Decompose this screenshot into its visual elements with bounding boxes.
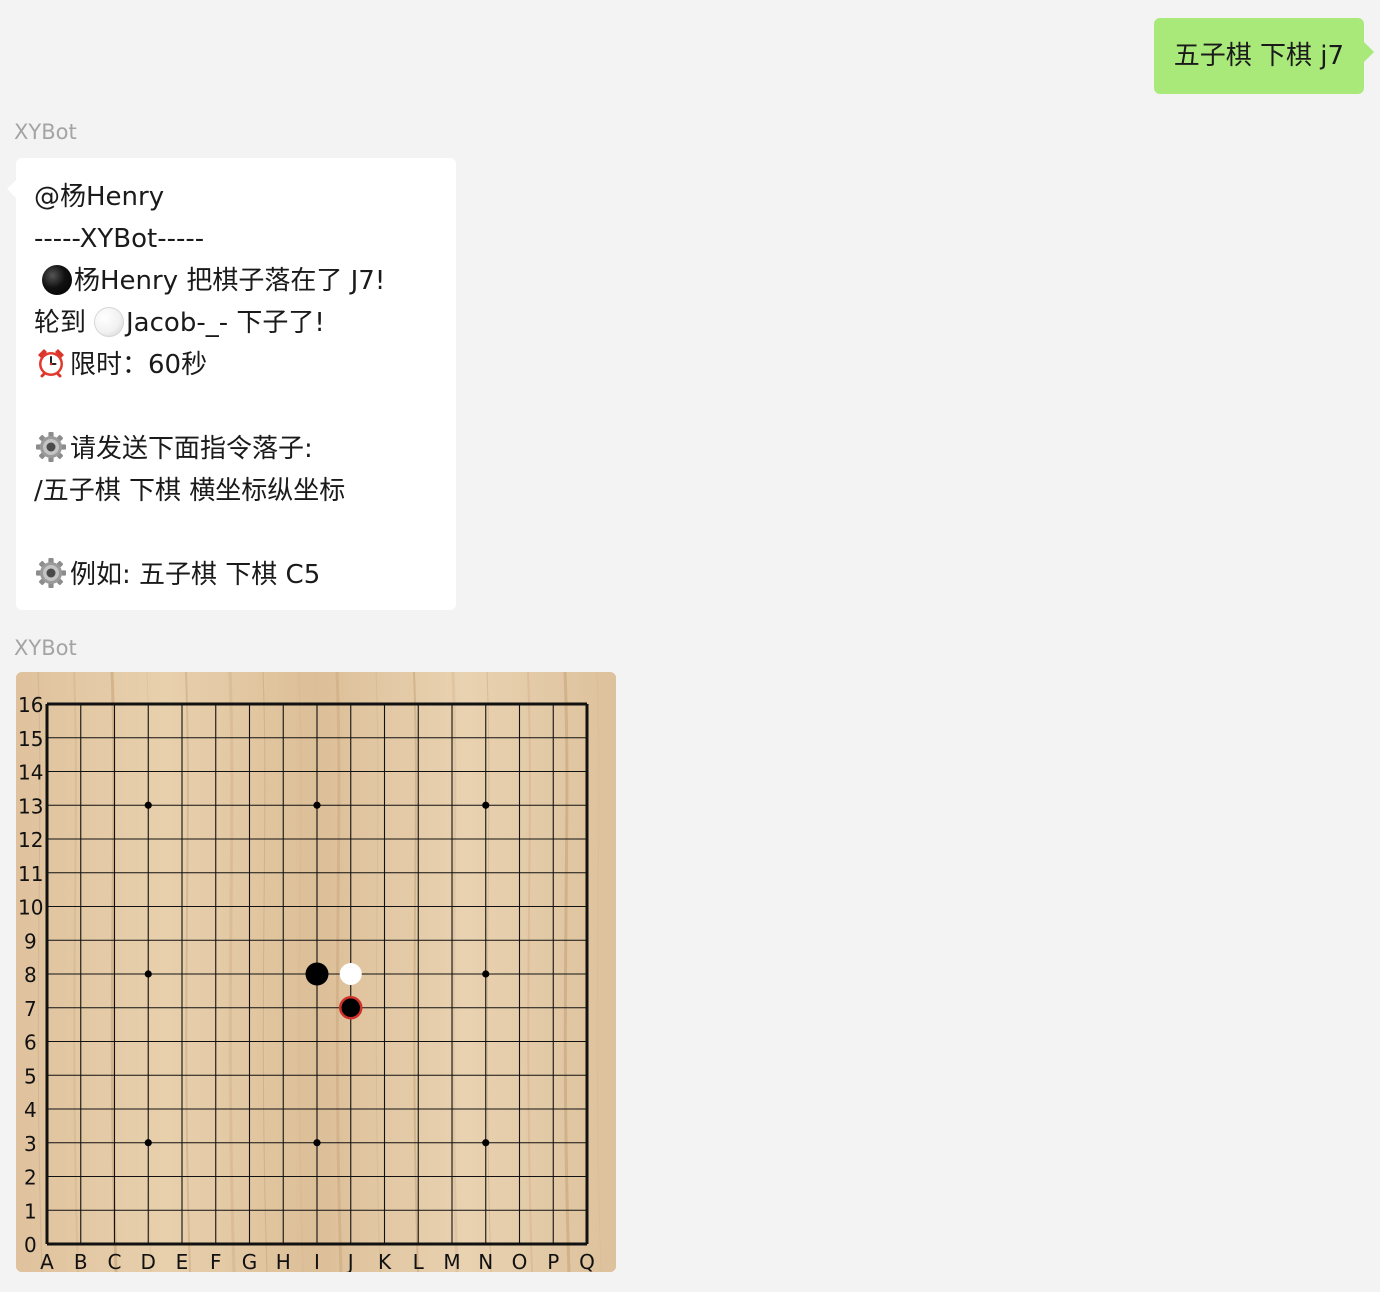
move-line: 杨Henry 把棋子落在了 J7! [34,260,438,302]
row-label: 10 [18,896,43,920]
black-stone [305,962,329,986]
outgoing-message-text: 五子棋 下棋 j7 [1173,41,1344,71]
mention-line: @杨Henry [34,182,165,212]
row-label: 1 [24,1199,37,1223]
star-point [313,1139,321,1147]
black-stone-last-move [339,996,363,1020]
column-label: I [314,1250,320,1272]
divider-line: -----XYBot----- [34,224,205,254]
bot-message-bubble[interactable]: @杨Henry -----XYBot----- 杨Henry 把棋子落在了 J7… [7,158,456,610]
row-label: 15 [18,727,43,751]
column-label: C [108,1250,122,1272]
instruction-text: 请发送下面指令落子: [70,434,313,464]
example-text: 例如: 五子棋 下棋 C5 [70,560,321,590]
turn-prefix: 轮到 [34,308,87,338]
column-label: A [40,1250,54,1272]
chat-window: 五子棋 下棋 j7 XYBot @杨Henry -----XYBot----- … [0,0,1380,1292]
example-line: 例如: 五子棋 下棋 C5 [34,554,438,596]
gomoku-board: ABCDEFGHIJKLMNOPQ 0123456789101112131415… [16,672,616,1272]
row-label: 7 [24,997,37,1021]
timer-text: 限时：60秒 [70,350,208,380]
star-point [144,801,152,809]
row-label: 4 [24,1098,37,1122]
row-label: 0 [24,1233,37,1257]
timer-line: 限时：60秒 [34,344,438,386]
row-label: 9 [24,929,37,953]
outgoing-message-bubble[interactable]: 五子棋 下棋 j7 [1153,18,1375,94]
row-label: 12 [18,828,43,852]
turn-text: Jacob-_- 下子了! [126,308,325,338]
column-label: L [413,1250,425,1272]
row-label: 13 [18,794,43,818]
move-text: 杨Henry 把棋子落在了 J7! [74,266,386,296]
star-point [144,970,152,978]
column-label: O [512,1250,528,1272]
black-stone-icon [42,265,72,295]
column-label: H [276,1250,291,1272]
star-point [482,970,490,978]
row-label: 8 [24,963,37,987]
row-label: 11 [18,862,43,886]
column-label: D [141,1250,156,1272]
column-label: N [478,1250,493,1272]
row-label: 5 [24,1064,37,1088]
column-label: G [242,1250,258,1272]
column-label: K [378,1250,392,1272]
star-point [482,801,490,809]
column-label: Q [579,1250,595,1272]
board-image-message[interactable]: ABCDEFGHIJKLMNOPQ 0 1 2 3 4 5 6 7 8 9 10 11 12 13 14 15… [16,672,616,1272]
column-label: J [346,1250,354,1272]
command-line: /五子棋 下棋 横坐标纵坐标 [34,476,346,506]
alarm-clock-icon [38,349,64,378]
star-point [482,1139,490,1147]
star-point [144,1139,152,1147]
gear-icon [36,558,66,588]
turn-line: 轮到 Jacob-_- 下子了! [34,302,438,344]
row-label: 16 [18,693,43,717]
column-label: B [74,1250,88,1272]
sender-name: XYBot [14,636,77,660]
row-label: 2 [24,1166,37,1190]
column-label: E [176,1250,189,1272]
white-stone [339,963,362,985]
instruction-line: 请发送下面指令落子: [34,428,438,470]
white-stone-icon [94,307,125,337]
sender-name: XYBot [14,120,77,144]
row-label: 14 [18,761,43,785]
row-label: 6 [24,1031,37,1055]
star-point [313,801,321,809]
row-label: 3 [24,1132,37,1156]
column-label: P [547,1250,559,1272]
column-label: M [443,1250,460,1272]
gear-icon [36,432,66,462]
column-label: F [210,1250,222,1272]
